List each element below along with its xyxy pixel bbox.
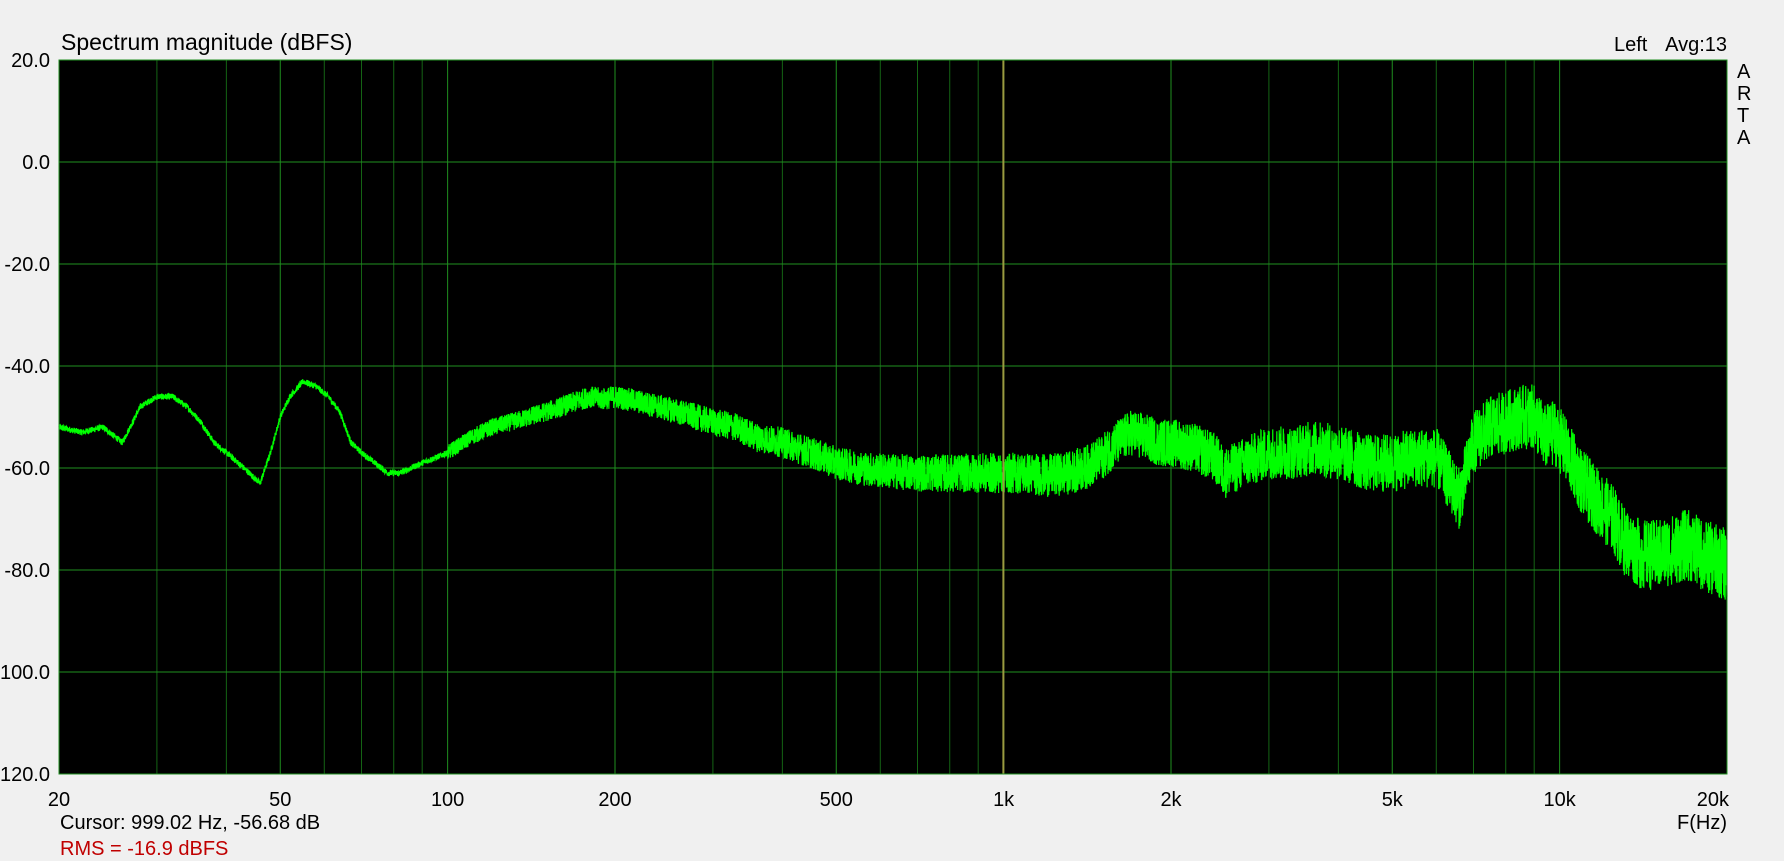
x-tick-label: 1k	[993, 789, 1015, 811]
averages-label: Avg:13	[1665, 34, 1727, 56]
brand-letter: T	[1737, 105, 1749, 127]
channel-label: Left	[1614, 34, 1648, 56]
y-tick-label: -60.0	[4, 458, 50, 480]
x-tick-label: 100	[431, 789, 464, 811]
y-tick-label: 0.0	[22, 152, 50, 174]
rms-readout: RMS = -16.9 dBFS	[60, 838, 229, 860]
arta-spectrum-window: Spectrum magnitude (dBFS) Left Avg:13 A …	[0, 0, 1784, 860]
x-tick-label: 50	[269, 789, 291, 811]
y-tick-label: -20.0	[4, 254, 50, 276]
x-tick-label: 20	[48, 789, 70, 811]
chart-title: Spectrum magnitude (dBFS)	[61, 29, 352, 55]
brand-letter: A	[1737, 127, 1751, 149]
x-tick-label: 5k	[1382, 789, 1404, 811]
brand-letter: R	[1737, 83, 1751, 105]
x-tick-label: 200	[598, 789, 631, 811]
x-tick-label: 20k	[1697, 789, 1730, 811]
x-tick-label: 2k	[1160, 789, 1182, 811]
x-tick-label: 10k	[1544, 789, 1577, 811]
brand-letter: A	[1737, 61, 1751, 83]
y-tick-label: -80.0	[4, 560, 50, 582]
cursor-readout: Cursor: 999.02 Hz, -56.68 dB	[60, 812, 321, 834]
y-tick-label: 20.0	[11, 50, 50, 72]
x-axis-label: F(Hz)	[1677, 812, 1727, 834]
x-axis-tick-labels: 20 50 100 200 500 1k 2k 5k 10k 20k	[48, 789, 1730, 811]
y-tick-label: -40.0	[4, 356, 50, 378]
spectrum-chart[interactable]: Spectrum magnitude (dBFS) Left Avg:13 A …	[0, 0, 1784, 847]
y-tick-label: -100.0	[0, 662, 50, 684]
y-tick-label: -120.0	[0, 764, 50, 786]
x-tick-label: 500	[820, 789, 853, 811]
y-axis-tick-labels: 20.0 0.0 -20.0 -40.0 -60.0 -80.0 -100.0 -120.0	[0, 50, 50, 786]
